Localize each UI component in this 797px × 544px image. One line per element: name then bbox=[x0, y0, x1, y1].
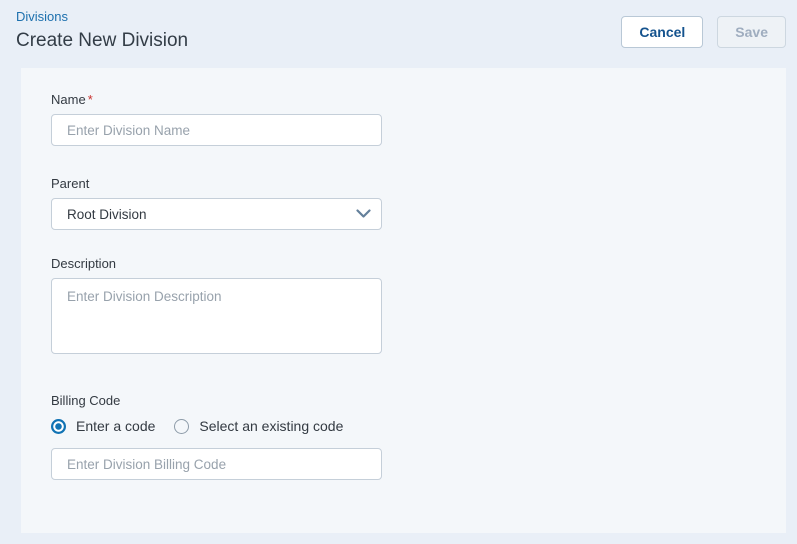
chevron-down-icon bbox=[356, 209, 371, 219]
cancel-button[interactable]: Cancel bbox=[621, 16, 703, 48]
division-name-input[interactable] bbox=[51, 114, 382, 146]
name-label: Name* bbox=[51, 92, 786, 107]
page-title: Create New Division bbox=[16, 27, 188, 54]
radio-select-existing-code-label: Select an existing code bbox=[199, 418, 343, 435]
radio-unselected-icon[interactable] bbox=[174, 419, 189, 434]
breadcrumb-divisions-link[interactable]: Divisions bbox=[16, 8, 188, 25]
billing-code-field-group: Billing Code Enter a code Select an exis… bbox=[51, 393, 786, 480]
parent-field-group: Parent Root Division bbox=[51, 176, 786, 230]
required-asterisk: * bbox=[88, 92, 93, 107]
description-label: Description bbox=[51, 256, 786, 271]
radio-select-existing-code[interactable]: Select an existing code bbox=[174, 418, 343, 435]
form-panel: Name* Parent Root Division Description B… bbox=[21, 68, 786, 533]
billing-code-label: Billing Code bbox=[51, 393, 786, 408]
parent-label: Parent bbox=[51, 176, 786, 191]
radio-enter-a-code[interactable]: Enter a code bbox=[51, 418, 155, 435]
save-button[interactable]: Save bbox=[717, 16, 786, 48]
page: { "header": { "breadcrumb": "Divisions",… bbox=[0, 0, 797, 544]
radio-enter-a-code-label: Enter a code bbox=[76, 418, 155, 435]
name-field-group: Name* bbox=[51, 92, 786, 146]
description-field-group: Description bbox=[51, 256, 786, 359]
division-description-textarea[interactable] bbox=[51, 278, 382, 354]
header-actions: Cancel Save bbox=[621, 16, 786, 48]
header-title-block: Divisions Create New Division bbox=[16, 8, 188, 54]
radio-selected-icon[interactable] bbox=[51, 419, 66, 434]
billing-code-radio-group: Enter a code Select an existing code bbox=[51, 418, 786, 435]
page-header: Divisions Create New Division Cancel Sav… bbox=[0, 0, 797, 68]
parent-select-value: Root Division bbox=[67, 207, 147, 222]
parent-select[interactable]: Root Division bbox=[51, 198, 382, 230]
name-label-text: Name bbox=[51, 92, 86, 107]
division-billing-code-input[interactable] bbox=[51, 448, 382, 480]
